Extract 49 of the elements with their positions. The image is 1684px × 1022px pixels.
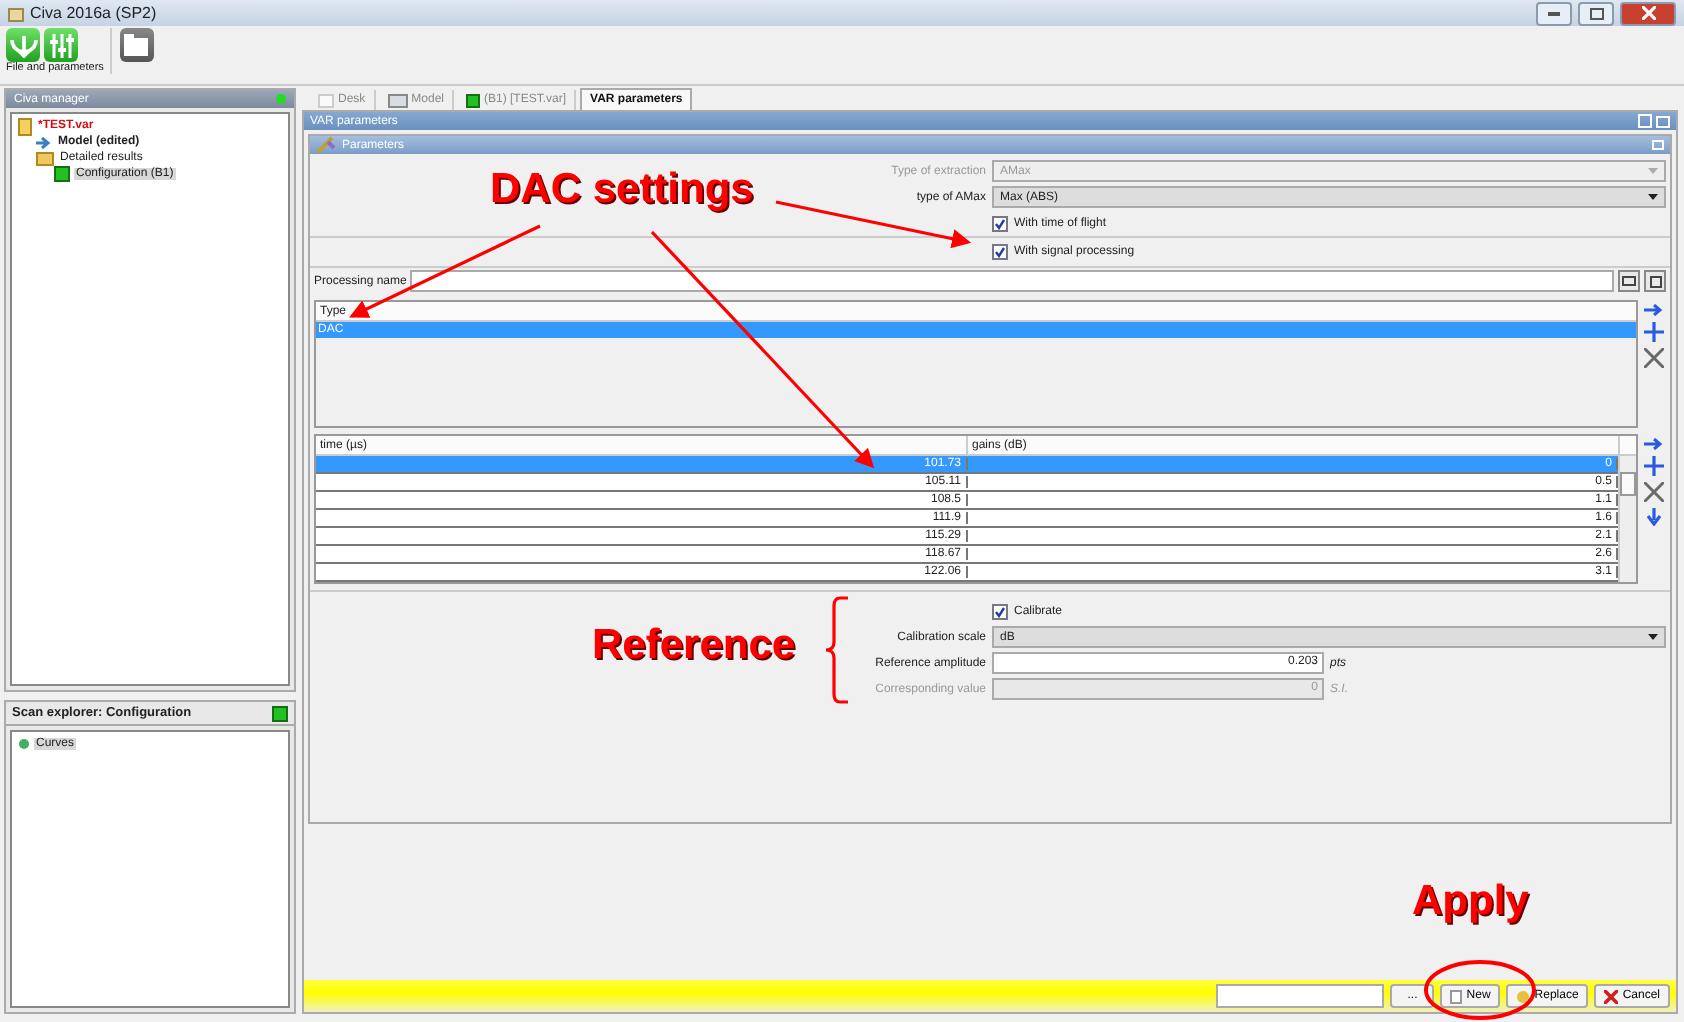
square-icon xyxy=(466,93,481,107)
checkbox[interactable] xyxy=(992,603,1008,619)
rectangle-icon xyxy=(387,93,408,107)
input-field[interactable] xyxy=(410,270,1614,292)
dot-icon xyxy=(18,738,30,750)
square-icon xyxy=(54,166,70,182)
download-icon[interactable] xyxy=(6,28,40,62)
checkbox[interactable] xyxy=(992,215,1008,231)
close-button[interactable] xyxy=(1620,1,1676,25)
delete-icon[interactable] xyxy=(1644,482,1664,502)
arrow-icon xyxy=(36,135,52,149)
curly-brace xyxy=(824,596,848,704)
save-icon[interactable] xyxy=(1644,270,1666,292)
annotation-label: DAC settings xyxy=(490,168,754,210)
arrow-right-icon[interactable] xyxy=(1644,304,1664,316)
maximize-button[interactable] xyxy=(1578,1,1614,25)
folder-open-icon[interactable] xyxy=(1618,270,1640,292)
maximize-icon xyxy=(1589,7,1603,19)
add-icon[interactable] xyxy=(1644,322,1664,342)
page-icon xyxy=(318,93,334,107)
add-icon[interactable] xyxy=(1644,456,1664,476)
arrow-right-icon[interactable] xyxy=(1644,438,1664,450)
caret-icon xyxy=(1648,194,1658,200)
folder-icon[interactable] xyxy=(119,28,154,62)
minimize-icon xyxy=(1548,11,1560,15)
annotation-label: Apply xyxy=(1412,880,1529,922)
caret-icon xyxy=(1648,168,1658,174)
caret-icon xyxy=(1648,634,1658,640)
status-dot-icon xyxy=(276,94,286,104)
sliders-icon[interactable] xyxy=(44,28,78,62)
delete-icon[interactable] xyxy=(1644,348,1664,368)
annotation-label: Reference xyxy=(592,624,796,666)
folder-icon xyxy=(36,150,54,166)
input-field[interactable] xyxy=(1216,984,1385,1008)
window-title: Civa 2016a (SP2) xyxy=(30,4,157,22)
pencil-icon xyxy=(316,136,336,154)
minimize-button[interactable] xyxy=(1536,1,1572,25)
export-icon[interactable] xyxy=(1656,114,1670,128)
app-icon xyxy=(8,5,24,21)
close-icon xyxy=(1641,6,1655,20)
checkbox[interactable] xyxy=(992,244,1008,260)
scrollbar[interactable] xyxy=(1618,456,1636,582)
highlight-circle xyxy=(1424,960,1536,1020)
square-icon xyxy=(272,705,288,721)
arrow-down-icon[interactable] xyxy=(1646,508,1662,526)
document-icon xyxy=(1450,989,1463,1003)
document-icon xyxy=(18,117,32,135)
cross-icon xyxy=(1604,989,1619,1003)
circle-icon xyxy=(1516,989,1531,1003)
